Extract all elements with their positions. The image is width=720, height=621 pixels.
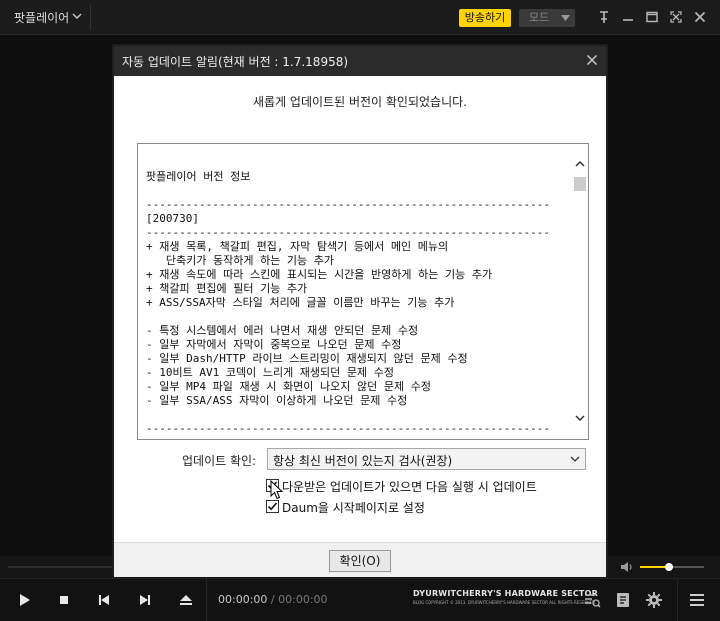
previous-icon[interactable] bbox=[95, 591, 113, 609]
playback-controls: 00:00:00 / 00:00:00 DYURWITCHERRY'S HARD… bbox=[0, 578, 720, 621]
time-separator: / bbox=[270, 593, 275, 606]
release-notes-scrollbar[interactable] bbox=[572, 144, 588, 439]
dialog-title: 자동 업데이트 알림(현재 버전 : 1.7.18958) bbox=[122, 55, 349, 69]
controls-divider bbox=[206, 579, 207, 621]
settings-icon[interactable] bbox=[645, 591, 663, 609]
volume-icon[interactable] bbox=[620, 560, 634, 574]
dialog-footer: 확인(O) bbox=[114, 542, 606, 577]
auto-update-dialog: 자동 업데이트 알림(현재 버전 : 1.7.18958) 새롭게 업데이트된 … bbox=[112, 44, 608, 577]
release-notes-text: 팟플레이어 버전 정보 ----------------------------… bbox=[146, 170, 550, 435]
menu-icon[interactable] bbox=[688, 591, 706, 609]
mode-label: 모드 bbox=[529, 11, 550, 24]
controls-divider bbox=[677, 579, 678, 621]
chevron-down-icon bbox=[561, 15, 570, 21]
update-check-label: 업데이트 확인: bbox=[182, 454, 257, 468]
close-icon[interactable] bbox=[693, 10, 707, 24]
daum-homepage-checkbox[interactable] bbox=[266, 500, 279, 513]
time-display: 00:00:00 / 00:00:00 bbox=[218, 593, 328, 606]
update-check-select[interactable]: 항상 최신 버전이 있는지 검사(권장) bbox=[267, 448, 586, 470]
broadcast-button[interactable]: 방송하기 bbox=[459, 9, 511, 27]
update-message: 새롭게 업데이트된 버전이 확인되었습니다. bbox=[253, 95, 467, 109]
playlist-icon[interactable] bbox=[583, 591, 601, 609]
update-check-value: 항상 최신 버전이 있는지 검사(권장) bbox=[273, 454, 453, 468]
next-icon[interactable] bbox=[136, 591, 154, 609]
ok-button[interactable]: 확인(O) bbox=[329, 550, 391, 572]
chevron-down-icon[interactable] bbox=[574, 412, 586, 424]
volume-slider[interactable] bbox=[640, 563, 704, 571]
current-time: 00:00:00 bbox=[218, 593, 268, 606]
release-notes-box[interactable]: 팟플레이어 버전 정보 ----------------------------… bbox=[137, 143, 589, 440]
blog-watermark: DYURWITCHERRY'S HARDWARE SECTOR BLOG COP… bbox=[413, 589, 598, 605]
stop-icon[interactable] bbox=[55, 591, 73, 609]
minimize-icon[interactable] bbox=[621, 10, 635, 24]
fullscreen-icon[interactable] bbox=[669, 10, 683, 24]
mouse-cursor-icon bbox=[270, 480, 284, 500]
brand-copyright: BLOG COPYRIGHT © 2013. DYURWITCHERRY'S H… bbox=[413, 600, 597, 605]
app-title[interactable]: 팟플레이어 bbox=[14, 9, 69, 26]
chevron-down-icon[interactable] bbox=[72, 11, 82, 21]
title-bar: 팟플레이어 방송하기 모드 bbox=[0, 0, 720, 35]
checkmark-icon bbox=[267, 502, 278, 511]
maximize-icon[interactable] bbox=[645, 10, 659, 24]
close-icon[interactable] bbox=[586, 54, 598, 66]
play-icon[interactable] bbox=[15, 591, 33, 609]
duration-time: 00:00:00 bbox=[278, 593, 328, 606]
chevron-down-icon bbox=[570, 456, 580, 462]
chevron-up-icon[interactable] bbox=[574, 158, 586, 170]
chapter-icon[interactable] bbox=[614, 591, 632, 609]
title-divider bbox=[90, 4, 91, 30]
pin-icon[interactable] bbox=[597, 10, 611, 24]
dialog-titlebar[interactable]: 자동 업데이트 알림(현재 버전 : 1.7.18958) bbox=[114, 46, 606, 76]
auto-update-label[interactable]: 다운받은 업데이트가 있으면 다음 실행 시 업데이트 bbox=[282, 478, 537, 495]
eject-icon[interactable] bbox=[177, 591, 195, 609]
volume-handle[interactable] bbox=[664, 563, 673, 571]
daum-homepage-label[interactable]: Daum을 시작페이지로 설정 bbox=[282, 499, 425, 516]
scrollbar-thumb[interactable] bbox=[574, 177, 586, 191]
mode-dropdown[interactable]: 모드 bbox=[519, 9, 575, 27]
brand-name: DYURWITCHERRY'S HARDWARE SECTOR bbox=[413, 589, 598, 598]
